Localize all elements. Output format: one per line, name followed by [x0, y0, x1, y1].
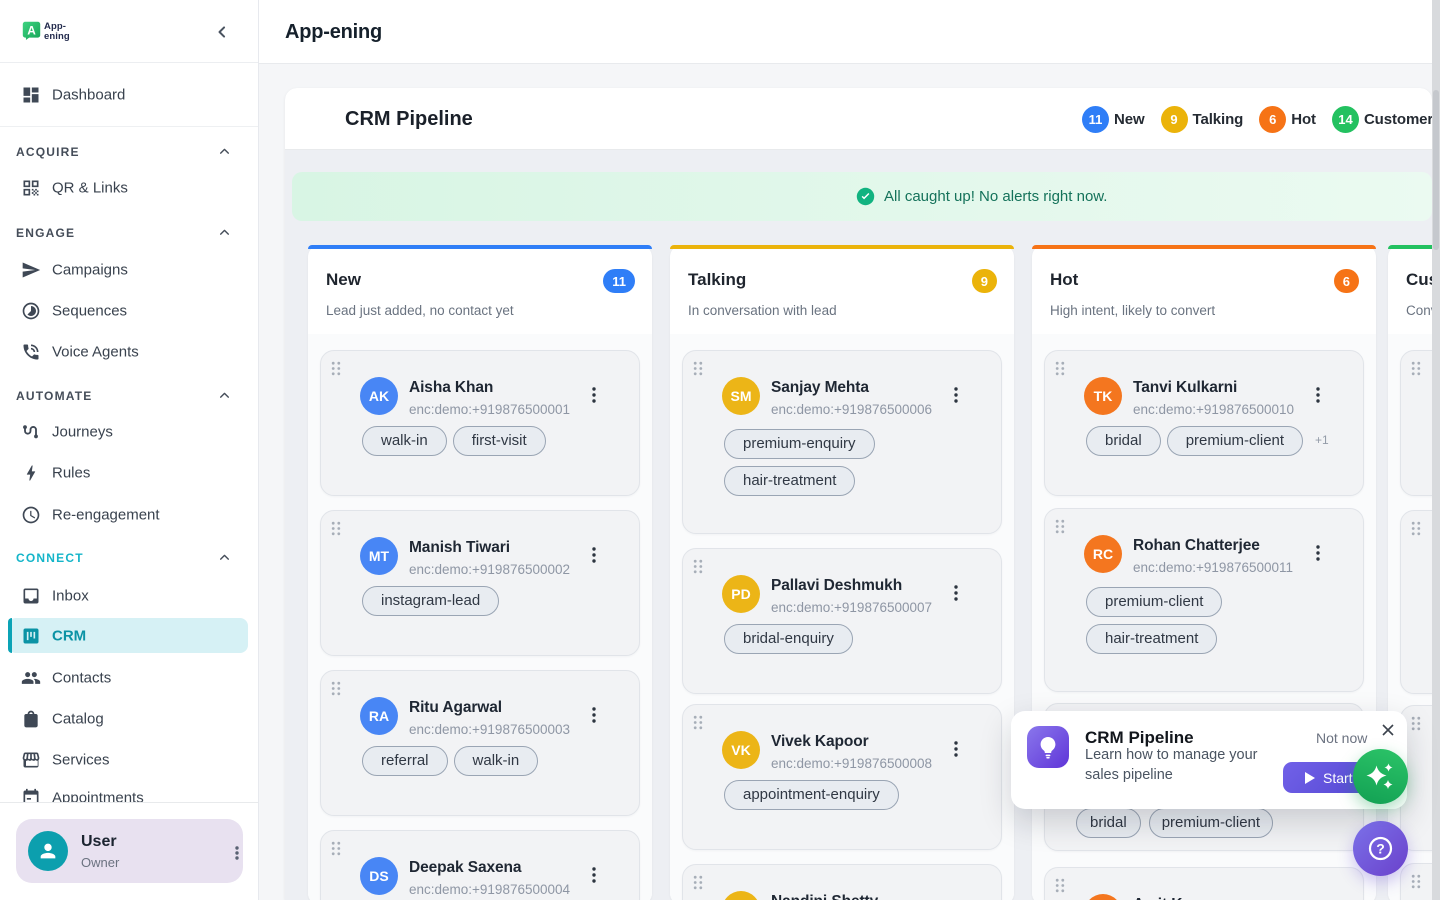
svg-text:A: A — [27, 23, 36, 37]
svg-text:?: ? — [1376, 841, 1385, 857]
